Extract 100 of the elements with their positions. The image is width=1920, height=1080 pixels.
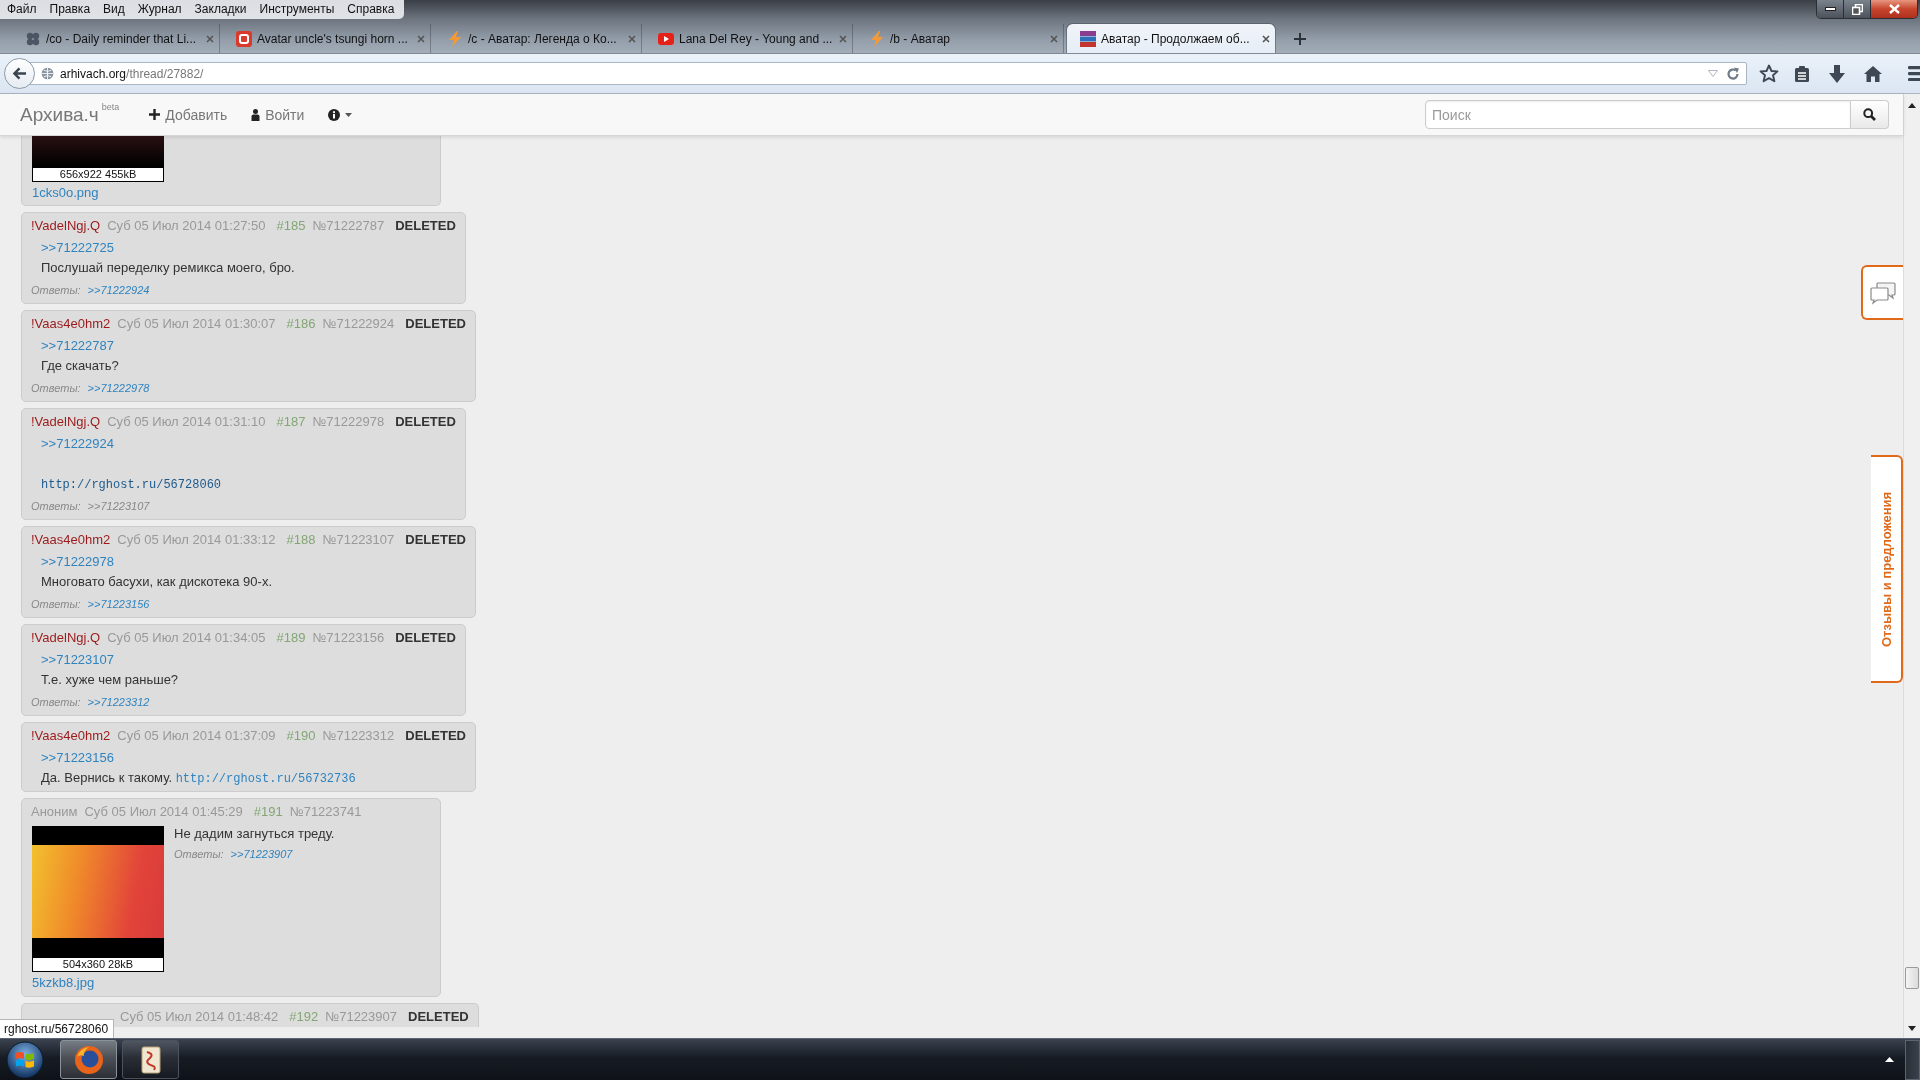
scroll-up-icon[interactable] [1908,103,1916,108]
menu-item[interactable]: Правка [42,0,97,19]
quote-link[interactable]: >>71222725 [41,240,115,255]
scroll-down-icon[interactable] [1908,1026,1916,1031]
post-id[interactable]: №71222978 [312,412,385,432]
post-date: Суб 05 Июл 2014 01:33:12 [117,531,276,549]
windows-logo-icon[interactable] [6,1040,44,1079]
clipboard-list-icon[interactable] [1794,64,1810,83]
post-number[interactable]: #187 [276,412,306,432]
reply-link[interactable]: >>71223907 [230,848,293,860]
author-name: !Vaas4e0hm2 [31,315,111,333]
post-text: Да. Вернись к такому. http://rghost.ru/56732736 [41,770,356,785]
minimize-button[interactable] [1817,0,1844,18]
quote-link[interactable]: >>71222978 [41,554,115,569]
back-button[interactable] [4,58,35,89]
close-tab-icon[interactable] [1050,34,1058,43]
menu-item[interactable]: Закладки [187,0,253,19]
plus-icon [149,109,161,120]
post-number[interactable]: #188 [286,530,316,550]
nav-link[interactable]: Добавить [149,106,228,123]
post-text: Где скачать? [41,358,119,373]
post-id[interactable]: №71223312 [322,726,395,746]
file-link[interactable]: 5kzkb8.jpg [32,973,95,993]
reply-link[interactable]: >>71223156 [87,598,150,610]
post-date: Суб 05 Июл 2014 01:45:29 [84,803,243,821]
taskbar-button[interactable] [122,1040,179,1079]
author-name: !VadelNgj.Q [31,217,101,235]
author-name: Аноним [31,803,78,821]
menu-item[interactable]: Файл [0,0,43,19]
bookmark-star-icon[interactable] [1759,64,1779,83]
menu-item[interactable]: Журнал [130,0,188,19]
lightning-icon [869,30,885,47]
close-tab-icon[interactable] [417,34,425,43]
post-date: Суб 05 Июл 2014 01:30:07 [117,315,276,333]
scrollbar[interactable] [1903,94,1920,1038]
post-number[interactable]: #191 [253,802,283,822]
deleted-label: DELETED [395,217,456,235]
deleted-label: DELETED [395,413,456,431]
post-date: Суб 05 Июл 2014 01:48:42 [120,1008,279,1026]
post-text: Многовато басухи, как дискотека 90-х. [41,574,273,589]
new-tab-icon[interactable] [1294,32,1306,45]
search-field[interactable]: Поиск [1425,100,1851,129]
post-number[interactable]: #190 [286,726,316,746]
lightning-icon [447,30,463,47]
books-icon [1080,30,1096,47]
quote-link[interactable]: >>71222924 [41,436,115,451]
reply-link[interactable]: >>71223312 [87,696,150,708]
post-number[interactable]: #192 [289,1007,319,1027]
close-tab-icon[interactable] [628,34,636,43]
replies-label: Ответы: [31,696,81,708]
close-tab-icon[interactable] [206,34,214,43]
post-date: Суб 05 Июл 2014 01:31:10 [107,413,266,431]
globe-icon [41,67,54,80]
menu-item[interactable]: Справка [340,0,401,19]
external-link[interactable]: http://rghost.ru/56728060 [41,478,222,492]
download-icon[interactable] [1829,64,1845,83]
home-icon[interactable] [1864,65,1882,82]
close-tab-icon[interactable] [839,34,847,43]
post-number[interactable]: #185 [276,216,306,236]
replies-label: Ответы: [31,382,81,394]
external-link[interactable]: http://rghost.ru/56732736 [175,772,356,786]
tray-arrow-icon[interactable] [1885,1057,1894,1062]
site-logo[interactable]: Архива.ч [20,103,99,126]
post-number[interactable]: #186 [286,314,316,334]
browser-tab[interactable]: Аватар - Продолжаем об... [1067,24,1275,53]
reply-link[interactable]: >>71222924 [87,284,150,296]
nav-link[interactable]: Войти [251,106,305,123]
scrollbar-thumb[interactable] [1905,967,1919,989]
menu-item[interactable]: Инструменты [252,0,341,19]
close-window-button[interactable] [1871,0,1917,18]
close-icon [1888,4,1900,14]
quote-link[interactable]: >>71222787 [41,338,115,353]
quote-link[interactable]: >>71223107 [41,652,115,667]
post-id[interactable]: №71223107 [322,530,395,550]
menu-item[interactable]: Вид [96,0,131,19]
post-id[interactable]: №71223741 [289,802,362,822]
post-number[interactable]: #189 [276,628,306,648]
quote-link[interactable]: >>71223156 [41,750,115,765]
deleted-label: DELETED [405,315,466,333]
feedback-tab[interactable]: Отзывы и предложения [1871,455,1903,683]
chat-button[interactable] [1861,265,1903,320]
browser-icon [73,1044,104,1075]
post-id[interactable]: №71223156 [312,628,385,648]
post-id[interactable]: №71222924 [322,314,395,334]
replies-label: Ответы: [31,500,81,512]
reply-link[interactable]: >>71222978 [87,382,150,394]
image-caption: 656x922 455kB [32,167,164,182]
post-id[interactable]: №71222787 [312,216,385,236]
reload-icon[interactable] [1726,66,1740,81]
post-id[interactable]: №71223907 [325,1007,398,1027]
restore-button[interactable] [1844,0,1871,18]
image-caption: 504x360 28kB [32,957,164,972]
search-button[interactable] [1851,100,1889,129]
photo-placeholder[interactable] [32,826,164,957]
deleted-label: DELETED [405,727,466,745]
file-link[interactable]: 1cks0o.png [32,183,99,203]
dropdown-button[interactable] [328,108,353,121]
author-name: !VadelNgj.Q [31,413,101,431]
reply-link[interactable]: >>71223107 [87,500,150,512]
close-tab-icon[interactable] [1262,34,1270,43]
